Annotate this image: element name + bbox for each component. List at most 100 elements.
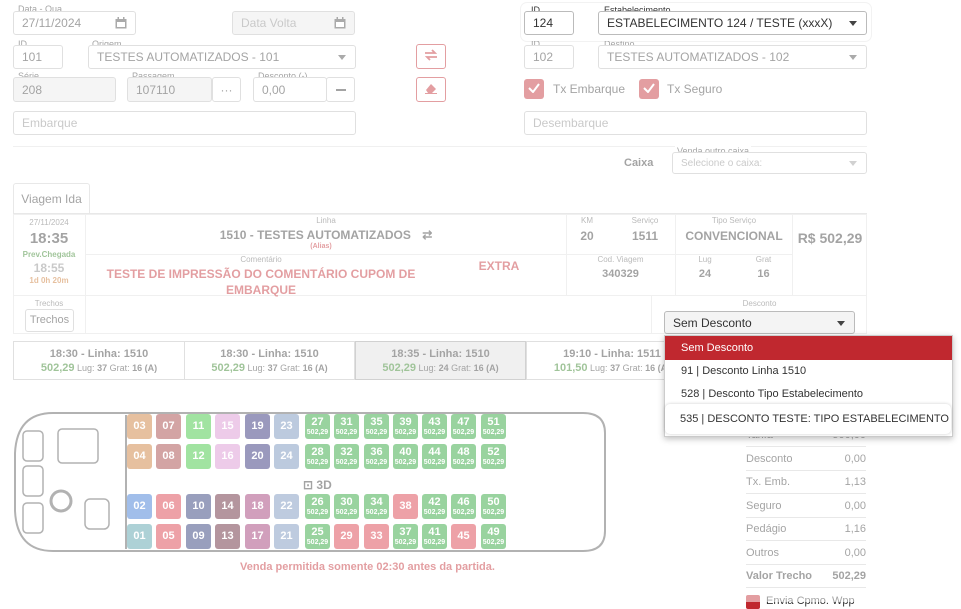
seat-40[interactable]: 40 502,29 (393, 444, 418, 469)
seat-37[interactable]: 37 502,29 (393, 524, 418, 549)
id-destino-input[interactable]: 102 (524, 45, 574, 69)
id-origem-input[interactable]: 101 (13, 45, 63, 69)
seat-33[interactable]: 33 (364, 524, 389, 549)
passagem-more-button[interactable]: ··· (212, 77, 241, 102)
tx-embarque-label: Tx Embarque (553, 82, 626, 96)
calendar-icon[interactable] (334, 17, 346, 32)
seat-28[interactable]: 28 502,29 (305, 444, 330, 469)
discount-option[interactable]: 528 | Desconto Tipo Estabelecimento (665, 383, 952, 406)
discount-select[interactable]: Sem Desconto (664, 311, 855, 334)
seat-11[interactable]: 11 (186, 414, 211, 439)
seat-19[interactable]: 19 (245, 414, 270, 439)
envia-checkbox[interactable] (746, 595, 760, 609)
seat-51[interactable]: 51 502,29 (481, 414, 506, 439)
venda-caixa-select[interactable]: Selecione o caixa: (672, 152, 867, 174)
seat-05[interactable]: 05 (156, 524, 181, 549)
trip-card[interactable]: 18:30 - Linha: 1510 502,29 Lug: 37 Grat:… (184, 341, 355, 380)
clear-button[interactable] (416, 77, 446, 102)
seat-14[interactable]: 14 (215, 494, 240, 519)
summary-label: Seguro (746, 499, 782, 512)
seat-29[interactable]: 29 (334, 524, 359, 549)
seat-07[interactable]: 07 (156, 414, 181, 439)
seat-04[interactable]: 04 (127, 444, 152, 469)
seat-42[interactable]: 42 502,29 (422, 494, 447, 519)
tx-seguro-checkbox[interactable] (639, 79, 659, 99)
seat-10[interactable]: 10 (186, 494, 211, 519)
trip-card-selected[interactable]: 18:35 - Linha: 1510 502,29 Lug: 24 Grat:… (355, 341, 526, 380)
seat-price: 502,29 (365, 509, 388, 516)
seat-47[interactable]: 47 502,29 (451, 414, 476, 439)
data-volta-input[interactable]: Data Volta (232, 11, 355, 35)
seat-09[interactable]: 09 (186, 524, 211, 549)
seat-15[interactable]: 15 (215, 414, 240, 439)
seat-50[interactable]: 50 502,29 (481, 494, 506, 519)
passagem-input[interactable]: 107110 (127, 77, 212, 102)
summary-value: 0,00 (844, 452, 866, 465)
desconto-input[interactable]: 0,00 (253, 77, 327, 102)
swap-button[interactable] (416, 44, 446, 69)
seat-41[interactable]: 41 502,29 (422, 524, 447, 549)
seat-13[interactable]: 13 (215, 524, 240, 549)
data-ida-input[interactable]: 27/11/2024 (13, 11, 136, 35)
seat-39[interactable]: 39 502,29 (393, 414, 418, 439)
embarque-input[interactable]: Embarque (13, 111, 356, 135)
seat-36[interactable]: 36 502,29 (364, 444, 389, 469)
seat-44[interactable]: 44 502,29 (422, 444, 447, 469)
seat-12[interactable]: 12 (186, 444, 211, 469)
seat-02[interactable]: 02 (127, 494, 152, 519)
bus-3d-label[interactable]: ⊡ 3D (303, 478, 332, 492)
seat-03[interactable]: 03 (127, 414, 152, 439)
seat-08[interactable]: 08 (156, 444, 181, 469)
discount-option-selected[interactable]: Sem Desconto (665, 336, 952, 360)
seat-26[interactable]: 26 502,29 (305, 494, 330, 519)
seat-43[interactable]: 43 502,29 (422, 414, 447, 439)
seat-30[interactable]: 30 502,29 (334, 494, 359, 519)
origem-select[interactable]: TESTES AUTOMATIZADOS - 101 (88, 45, 356, 69)
check-icon (528, 82, 540, 96)
seat-45[interactable]: 45 (451, 524, 476, 549)
seat-01[interactable]: 01 (127, 524, 152, 549)
seat-24[interactable]: 24 (274, 444, 299, 469)
trip-card[interactable]: 18:30 - Linha: 1510 502,29 Lug: 37 Grat:… (13, 341, 185, 380)
serie-input[interactable]: 208 (13, 77, 116, 102)
seat-21[interactable]: 21 (274, 524, 299, 549)
tx-embarque-checkbox[interactable] (524, 79, 544, 99)
seat-22[interactable]: 22 (274, 494, 299, 519)
seat-20[interactable]: 20 (245, 444, 270, 469)
seat-34[interactable]: 34 502,29 (364, 494, 389, 519)
seat-17[interactable]: 17 (245, 524, 270, 549)
seat-16[interactable]: 16 (215, 444, 240, 469)
grat-label: Grat: (451, 363, 472, 373)
seat-25[interactable]: 25 502,29 (305, 524, 330, 549)
discount-option-highlighted[interactable]: 535 | DESCONTO TESTE: TIPO ESTABELECIMEN… (665, 404, 951, 434)
minus-button[interactable] (326, 77, 355, 102)
seat-18[interactable]: 18 (245, 494, 270, 519)
seat-06[interactable]: 06 (156, 494, 181, 519)
summary-value: 502,29 (832, 570, 866, 582)
seat-number: 39 (399, 416, 412, 428)
discount-option[interactable]: 91 | Desconto Linha 1510 (665, 360, 952, 383)
id-estab-input[interactable]: 124 (524, 11, 574, 35)
tab-viagem-ida[interactable]: Viagem Ida (13, 183, 90, 214)
grat-label: Grat: (280, 363, 301, 373)
seat-31[interactable]: 31 502,29 (334, 414, 359, 439)
seat-35[interactable]: 35 502,29 (364, 414, 389, 439)
seat-27[interactable]: 27 502,29 (305, 414, 330, 439)
refresh-icon[interactable]: ⇄ (422, 228, 432, 242)
seat-48[interactable]: 48 502,29 (451, 444, 476, 469)
seat-number: 27 (311, 416, 324, 428)
seat-23[interactable]: 23 (274, 414, 299, 439)
comentario-label: Comentário (240, 255, 282, 264)
seat-price: 502,29 (482, 539, 505, 546)
summary-row: Seguro 0,00 (746, 495, 866, 518)
seat-46[interactable]: 46 502,29 (451, 494, 476, 519)
calendar-icon[interactable] (115, 17, 127, 32)
destino-select[interactable]: TESTES AUTOMATIZADOS - 102 (598, 45, 867, 69)
estab-select[interactable]: ESTABELECIMENTO 124 / TESTE (xxxX) (598, 11, 867, 35)
seat-52[interactable]: 52 502,29 (481, 444, 506, 469)
seat-49[interactable]: 49 502,29 (481, 524, 506, 549)
seat-32[interactable]: 32 502,29 (334, 444, 359, 469)
seat-38[interactable]: 38 (393, 494, 418, 519)
desembarque-input[interactable]: Desembarque (524, 111, 867, 135)
lug-label: Lug (698, 255, 712, 264)
